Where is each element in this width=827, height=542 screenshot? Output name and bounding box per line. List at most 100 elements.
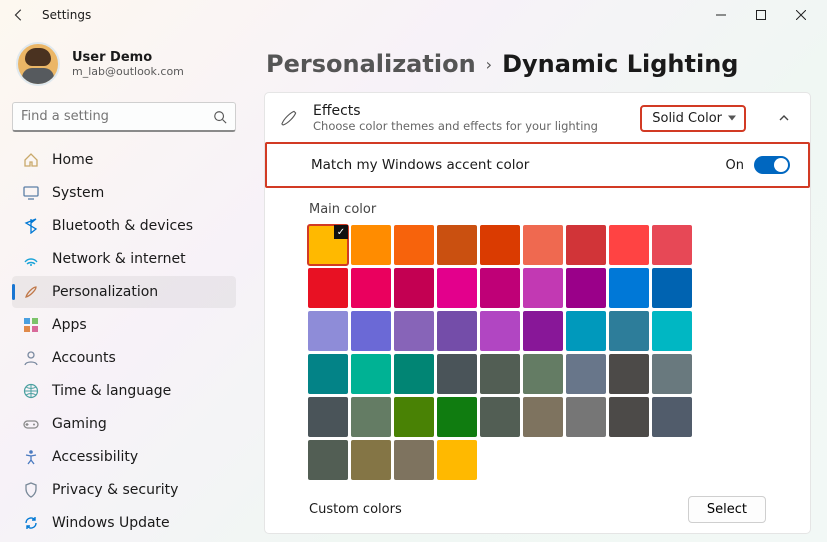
sidebar-item-bluetooth-devices[interactable]: Bluetooth & devices — [12, 210, 236, 242]
color-swatch[interactable] — [523, 225, 563, 265]
color-swatch[interactable] — [308, 268, 348, 308]
match-accent-row: Match my Windows accent color On — [265, 142, 810, 188]
color-swatch[interactable] — [609, 225, 649, 265]
color-swatch[interactable] — [308, 354, 348, 394]
color-swatch[interactable] — [394, 268, 434, 308]
color-swatch[interactable] — [437, 311, 477, 351]
color-swatch[interactable] — [523, 354, 563, 394]
close-icon — [796, 10, 806, 20]
minimize-button[interactable] — [701, 0, 741, 30]
color-swatch[interactable] — [652, 354, 692, 394]
window-title: Settings — [42, 8, 91, 22]
close-button[interactable] — [781, 0, 821, 30]
color-swatch[interactable] — [523, 311, 563, 351]
color-swatch[interactable] — [437, 397, 477, 437]
custom-colors-label: Custom colors — [309, 502, 402, 517]
gaming-icon — [22, 415, 40, 433]
accessibility-icon — [22, 448, 40, 466]
color-swatch[interactable] — [566, 268, 606, 308]
match-accent-state: On — [726, 158, 744, 173]
color-swatch[interactable] — [652, 311, 692, 351]
chevron-up-icon — [778, 112, 790, 124]
color-swatch[interactable] — [351, 311, 391, 351]
search-box[interactable] — [12, 102, 236, 132]
sidebar-item-accessibility[interactable]: Accessibility — [12, 441, 236, 473]
sidebar-item-windows-update[interactable]: Windows Update — [12, 507, 236, 539]
color-swatch[interactable] — [351, 268, 391, 308]
maximize-button[interactable] — [741, 0, 781, 30]
effects-dropdown-value: Solid Color — [652, 111, 722, 126]
accounts-icon — [22, 349, 40, 367]
color-swatch[interactable] — [566, 311, 606, 351]
search-input[interactable] — [21, 109, 213, 124]
color-swatch[interactable] — [566, 354, 606, 394]
color-swatch[interactable] — [652, 225, 692, 265]
profile-email: m_lab@outlook.com — [72, 65, 184, 78]
sidebar-item-system[interactable]: System — [12, 177, 236, 209]
color-swatch[interactable] — [609, 268, 649, 308]
titlebar: Settings — [0, 0, 827, 30]
color-swatch[interactable] — [308, 397, 348, 437]
main-color-label: Main color — [309, 202, 766, 217]
color-swatch[interactable] — [480, 311, 520, 351]
sidebar-item-time-language[interactable]: Time & language — [12, 375, 236, 407]
sidebar-item-accounts[interactable]: Accounts — [12, 342, 236, 374]
network-icon — [22, 250, 40, 268]
breadcrumb: Personalization › Dynamic Lighting — [266, 50, 811, 78]
color-swatch[interactable] — [437, 225, 477, 265]
color-swatch[interactable] — [437, 354, 477, 394]
expand-toggle[interactable] — [772, 106, 796, 130]
color-swatch[interactable]: ✓ — [308, 225, 348, 265]
update-icon — [22, 514, 40, 532]
color-swatch[interactable] — [394, 354, 434, 394]
color-swatch[interactable] — [480, 268, 520, 308]
color-swatch[interactable] — [609, 354, 649, 394]
sidebar-item-label: Personalization — [52, 284, 158, 300]
color-swatch[interactable] — [566, 225, 606, 265]
color-swatch[interactable] — [437, 440, 477, 480]
color-swatch[interactable] — [609, 311, 649, 351]
color-swatch[interactable] — [523, 397, 563, 437]
avatar — [16, 42, 60, 86]
sidebar-item-personalization[interactable]: Personalization — [12, 276, 236, 308]
color-swatch[interactable] — [351, 354, 391, 394]
color-swatch[interactable] — [351, 397, 391, 437]
color-swatch[interactable] — [609, 397, 649, 437]
color-swatch[interactable] — [480, 397, 520, 437]
color-swatch[interactable] — [566, 397, 606, 437]
sidebar-item-label: Gaming — [52, 416, 107, 432]
color-grid: ✓ — [305, 225, 770, 480]
color-swatch[interactable] — [394, 397, 434, 437]
sidebar-item-privacy-security[interactable]: Privacy & security — [12, 474, 236, 506]
sidebar-item-home[interactable]: Home — [12, 144, 236, 176]
effects-header[interactable]: Effects Choose color themes and effects … — [265, 93, 810, 143]
check-icon: ✓ — [334, 225, 348, 239]
color-swatch[interactable] — [480, 225, 520, 265]
color-swatch[interactable] — [437, 268, 477, 308]
arrow-left-icon — [12, 8, 26, 22]
color-swatch[interactable] — [394, 311, 434, 351]
color-swatch[interactable] — [652, 397, 692, 437]
apps-icon — [22, 316, 40, 334]
color-swatch[interactable] — [308, 440, 348, 480]
color-swatch[interactable] — [308, 311, 348, 351]
sidebar-item-apps[interactable]: Apps — [12, 309, 236, 341]
color-swatch[interactable] — [394, 225, 434, 265]
effects-dropdown[interactable]: Solid Color — [640, 105, 746, 132]
back-button[interactable] — [6, 2, 32, 28]
match-accent-toggle[interactable] — [754, 156, 790, 174]
color-swatch[interactable] — [351, 225, 391, 265]
sidebar-item-network-internet[interactable]: Network & internet — [12, 243, 236, 275]
select-custom-color-button[interactable]: Select — [688, 496, 766, 523]
profile[interactable]: User Demo m_lab@outlook.com — [12, 38, 236, 100]
sidebar-item-gaming[interactable]: Gaming — [12, 408, 236, 440]
color-swatch[interactable] — [480, 354, 520, 394]
sidebar-item-label: Home — [52, 152, 93, 168]
sidebar-item-label: System — [52, 185, 104, 201]
color-swatch[interactable] — [394, 440, 434, 480]
breadcrumb-parent[interactable]: Personalization — [266, 50, 476, 78]
color-swatch[interactable] — [652, 268, 692, 308]
color-swatch[interactable] — [351, 440, 391, 480]
brush-icon — [279, 108, 299, 128]
color-swatch[interactable] — [523, 268, 563, 308]
